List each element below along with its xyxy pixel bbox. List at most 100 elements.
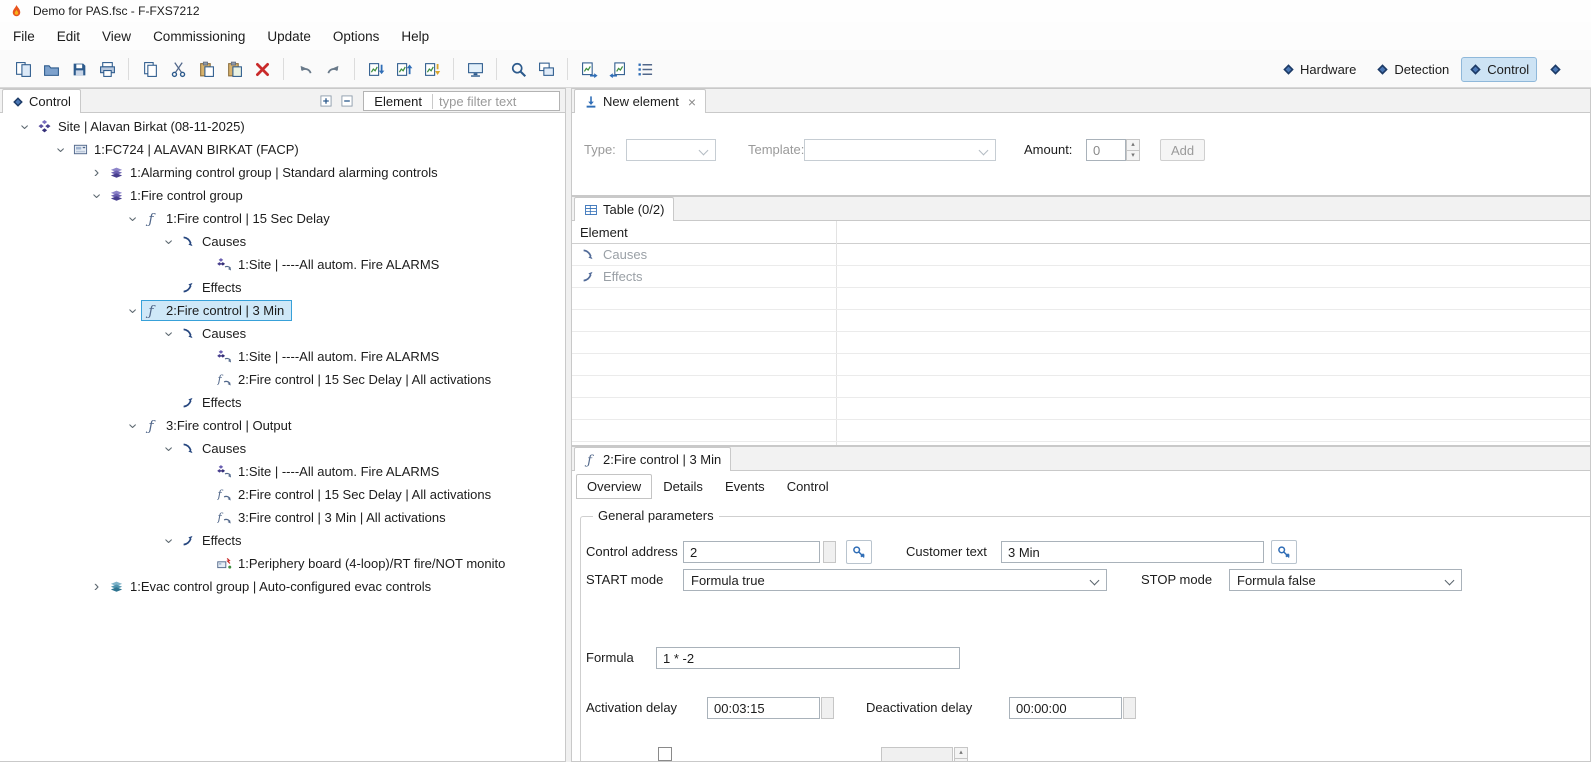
menu-commissioning[interactable]: Commissioning: [142, 24, 256, 49]
tree-node[interactable]: ƒ2:Fire control | 15 Sec Delay | All act…: [0, 483, 565, 506]
copy-button[interactable]: [137, 56, 163, 82]
control-address-input[interactable]: [683, 541, 820, 563]
expand-toggle[interactable]: [16, 118, 33, 135]
tree-node[interactable]: ƒ2:Fire control | 15 Sec Delay | All act…: [0, 368, 565, 391]
perspective-tab-detection[interactable]: Detection: [1368, 57, 1457, 82]
table-tab[interactable]: Table (0/2): [574, 197, 674, 221]
spinner-up-icon[interactable]: ▴: [954, 747, 968, 759]
amount-input[interactable]: [1086, 139, 1126, 161]
tree-node[interactable]: ƒ2:Fire control | 3 Min: [0, 299, 565, 322]
tree-node[interactable]: ƒ3:Fire control | 3 Min | All activation…: [0, 506, 565, 529]
tree-node[interactable]: 1:FC724 | ALAVAN BIRKAT (FACP): [0, 138, 565, 161]
expand-toggle[interactable]: [88, 164, 105, 181]
menu-options[interactable]: Options: [322, 24, 391, 49]
perspective-tab-control[interactable]: Control: [1461, 57, 1537, 82]
deactivation-delay-input[interactable]: [1009, 697, 1122, 719]
tree-node[interactable]: 1:Periphery board (4-loop)/RT fire/NOT m…: [0, 552, 565, 575]
expand-toggle[interactable]: [124, 417, 141, 434]
activation-delay-aux-button[interactable]: [821, 697, 834, 719]
expand-toggle[interactable]: [160, 233, 177, 250]
table-column-header[interactable]: Element: [572, 221, 1590, 244]
table-row[interactable]: Causes: [572, 244, 1590, 266]
tree-node[interactable]: 1:Site | ----All autom. Fire ALARMS: [0, 345, 565, 368]
print-button[interactable]: [94, 56, 120, 82]
paste-button[interactable]: [193, 56, 219, 82]
tree-node[interactable]: Causes: [0, 230, 565, 253]
task-list-button[interactable]: [632, 56, 658, 82]
expand-toggle[interactable]: [124, 302, 141, 319]
tree-node[interactable]: ƒ3:Fire control | Output: [0, 414, 565, 437]
undo-button[interactable]: [292, 56, 318, 82]
open-button[interactable]: [38, 56, 64, 82]
collapse-all-button[interactable]: [338, 92, 356, 110]
spinner-down-icon[interactable]: ▾: [1126, 151, 1140, 162]
control-address-assign-button[interactable]: [846, 540, 872, 564]
tree-node[interactable]: Effects: [0, 529, 565, 552]
tree-node[interactable]: Causes: [0, 322, 565, 345]
delete-button[interactable]: [249, 56, 275, 82]
spinner-down-icon[interactable]: ▾: [954, 759, 968, 762]
upload-config-button[interactable]: [391, 56, 417, 82]
save-button[interactable]: [66, 56, 92, 82]
expand-toggle[interactable]: [88, 578, 105, 595]
new-element-tab[interactable]: New element ×: [574, 89, 706, 113]
cut-button[interactable]: [165, 56, 191, 82]
close-icon[interactable]: ×: [688, 94, 696, 110]
menu-view[interactable]: View: [91, 24, 142, 49]
tree-node[interactable]: 1:Fire control group: [0, 184, 565, 207]
type-dropdown[interactable]: [626, 139, 716, 161]
template-dropdown[interactable]: [804, 139, 996, 161]
import-button[interactable]: [604, 56, 630, 82]
tree-node[interactable]: Effects: [0, 391, 565, 414]
tree-node[interactable]: Effects: [0, 276, 565, 299]
activation-delay-input[interactable]: [707, 697, 820, 719]
customer-text-input[interactable]: [1001, 541, 1264, 563]
tree-node[interactable]: Causes: [0, 437, 565, 460]
tree-node[interactable]: 1:Evac control group | Auto-configured e…: [0, 575, 565, 598]
menu-help[interactable]: Help: [390, 24, 440, 49]
init-config-button[interactable]: [419, 56, 445, 82]
start-mode-dropdown[interactable]: Formula true: [683, 569, 1107, 591]
expand-all-button[interactable]: [317, 92, 335, 110]
perspective-tab-clipped[interactable]: [1541, 58, 1591, 81]
expand-toggle[interactable]: [160, 532, 177, 549]
expand-toggle[interactable]: [88, 187, 105, 204]
control-address-aux-button[interactable]: [823, 541, 836, 563]
perspective-tab-hardware[interactable]: Hardware: [1274, 57, 1364, 82]
menu-edit[interactable]: Edit: [46, 24, 91, 49]
menu-update[interactable]: Update: [256, 24, 322, 49]
stop-mode-dropdown[interactable]: Formula false: [1229, 569, 1462, 591]
tree-node[interactable]: 1:Site | ----All autom. Fire ALARMS: [0, 253, 565, 276]
add-button[interactable]: Add: [1160, 139, 1205, 161]
tab-control[interactable]: Control: [776, 474, 840, 499]
filter-input[interactable]: [433, 92, 559, 110]
formula-input[interactable]: [656, 647, 960, 669]
download-config-button[interactable]: [363, 56, 389, 82]
tab-details[interactable]: Details: [652, 474, 714, 499]
tab-events[interactable]: Events: [714, 474, 776, 499]
paste-special-button[interactable]: [221, 56, 247, 82]
partial-checkbox[interactable]: [658, 747, 672, 761]
search-button[interactable]: [505, 56, 531, 82]
console-button[interactable]: [462, 56, 488, 82]
export-button[interactable]: [576, 56, 602, 82]
spinner-up-icon[interactable]: ▴: [1126, 139, 1140, 151]
editor-tab[interactable]: ƒ 2:Fire control | 3 Min: [574, 447, 731, 471]
expand-toggle[interactable]: [124, 210, 141, 227]
redo-button[interactable]: [320, 56, 346, 82]
table-row[interactable]: Effects: [572, 266, 1590, 288]
tree-node[interactable]: 1:Alarming control group | Standard alar…: [0, 161, 565, 184]
expand-toggle[interactable]: [160, 325, 177, 342]
tree-node[interactable]: 1:Site | ----All autom. Fire ALARMS: [0, 460, 565, 483]
control-view-tab[interactable]: Control: [2, 89, 81, 113]
customer-text-assign-button[interactable]: [1271, 540, 1297, 564]
tree-node[interactable]: ƒ1:Fire control | 15 Sec Delay: [0, 207, 565, 230]
filter-column-selector[interactable]: Element: [364, 94, 433, 109]
tab-overview[interactable]: Overview: [576, 474, 652, 499]
expand-toggle[interactable]: [52, 141, 69, 158]
expand-toggle[interactable]: [160, 440, 177, 457]
compare-button[interactable]: [533, 56, 559, 82]
deactivation-delay-aux-button[interactable]: [1123, 697, 1136, 719]
menu-file[interactable]: File: [2, 24, 46, 49]
partial-dropdown[interactable]: [881, 747, 953, 761]
